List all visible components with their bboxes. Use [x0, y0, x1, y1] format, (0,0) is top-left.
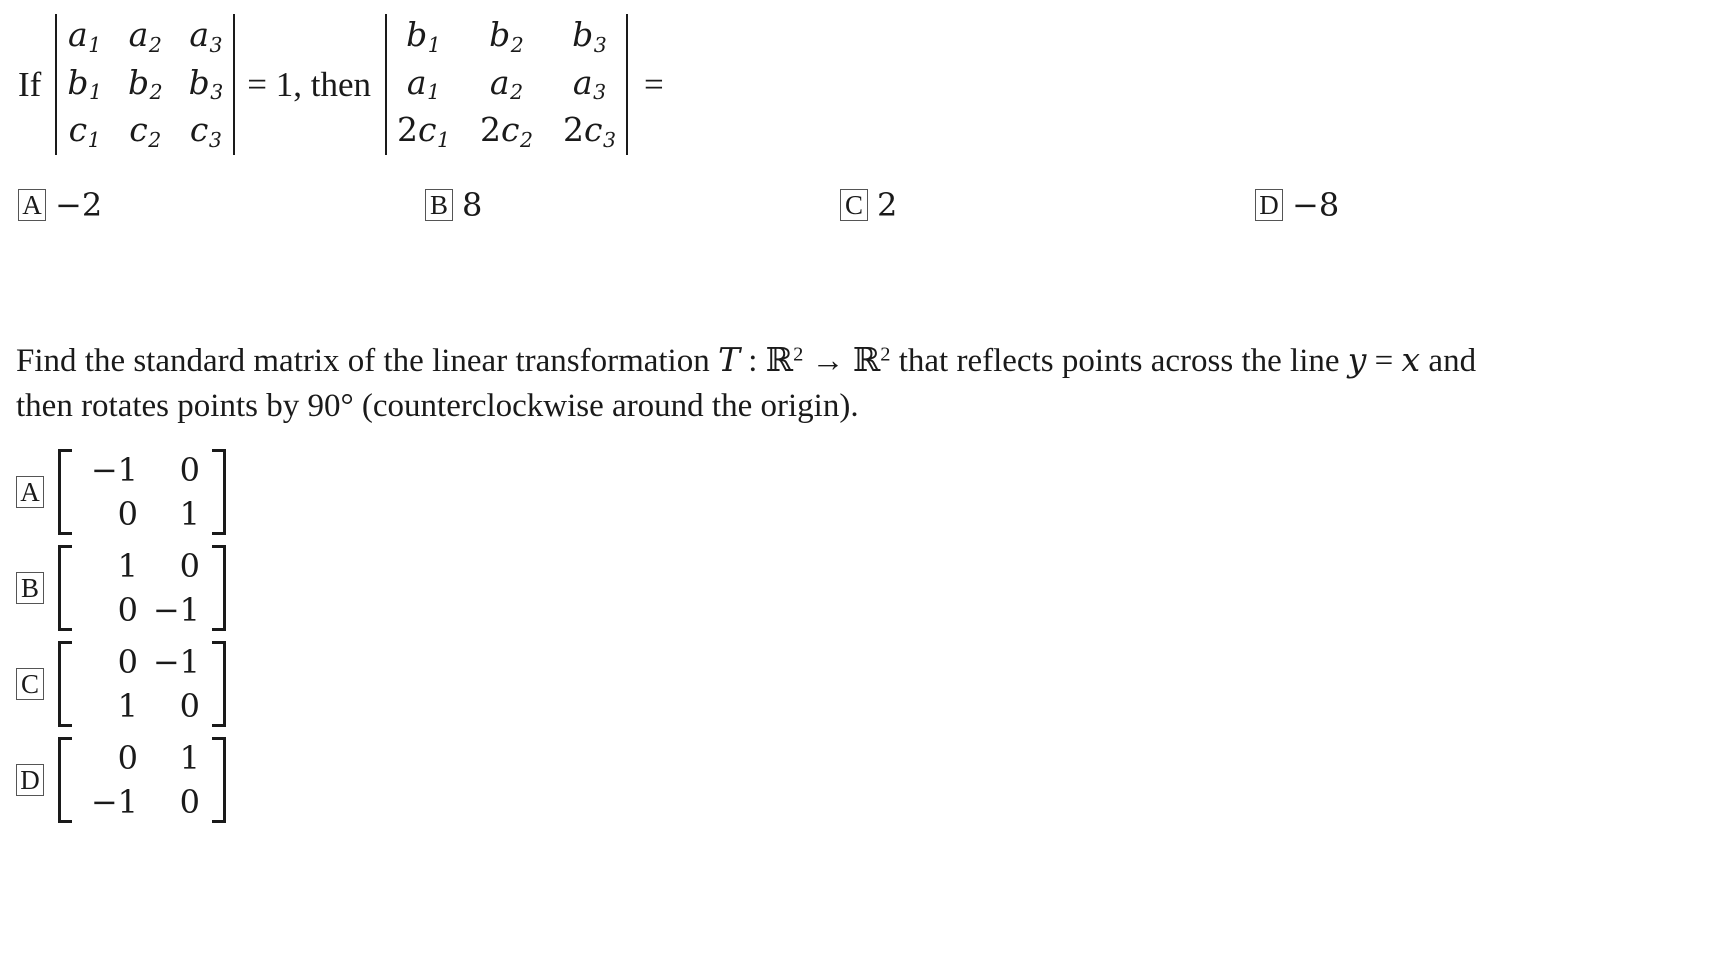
- choice-d[interactable]: D −8: [1255, 186, 1339, 224]
- determinant-right-grid: b1 b2 b3 a1 a2 a3 2c1 2c2 2c3: [387, 14, 626, 155]
- choice-letter-box[interactable]: B: [425, 189, 453, 221]
- question-1-equals-tail: =: [643, 64, 664, 104]
- matrix-cell: b3: [188, 62, 224, 105]
- matrix-cell: −1: [152, 642, 200, 681]
- matrix-cell: 0: [179, 783, 200, 821]
- matrix-cell: b3: [572, 15, 607, 57]
- matrix-cell: −1: [152, 591, 200, 629]
- choice-value: −2: [55, 186, 103, 224]
- question-1-lead-text: If: [18, 64, 42, 104]
- matrix-grid: 0 1 −1 0: [72, 737, 212, 823]
- matrix-cell: 2c1: [396, 110, 450, 152]
- choice-letter-box[interactable]: B: [16, 572, 44, 604]
- matrix-cell: 0: [179, 687, 200, 725]
- matrix-cell: b1: [406, 15, 441, 57]
- determinant-left-grid: a1 a2 a3 b1 b2 b3 c1 c2 c3: [57, 14, 233, 155]
- matrix-cell: c2: [129, 110, 162, 152]
- matrix-grid: 0 −1 1 0: [72, 641, 212, 727]
- q2-text-b: that reflects points across the line: [890, 343, 1348, 379]
- matrix-cell: b1: [67, 62, 102, 105]
- question-2-statement: Find the standard matrix of the linear t…: [16, 338, 1516, 429]
- codomain-symbol: ℝ2: [852, 343, 891, 379]
- transform-symbol: T: [717, 340, 740, 379]
- matrix-cell: 0: [179, 546, 200, 585]
- choice-b[interactable]: B8: [425, 186, 482, 224]
- determinant-left: a1 a2 a3 b1 b2 b3 c1 c2 c3: [55, 14, 236, 155]
- choice-value: −8: [1292, 186, 1340, 224]
- matrix-grid: 1 0 0 −1: [72, 545, 212, 631]
- matrix-cell: 1: [117, 687, 138, 725]
- matrix-cell: a1: [406, 62, 441, 105]
- determinant-right-bar-close: [625, 14, 628, 155]
- choice-value: 2: [877, 186, 898, 224]
- matrix-cell: 1: [179, 738, 200, 777]
- matrix-cell: −1: [90, 450, 138, 489]
- matrix-cell: 0: [117, 495, 138, 533]
- choice-a[interactable]: A −2: [18, 186, 102, 224]
- choice-b[interactable]: B 1 0 0 −1: [16, 540, 416, 636]
- line-equals: =: [1366, 343, 1402, 379]
- choice-a[interactable]: A −1 0 0 1: [16, 444, 416, 540]
- question-2-choices: A −1 0 0 1 B 1 0 0 −1 C 0 −1 1 0 D 0 1 −1 0: [16, 444, 416, 828]
- choice-letter-box[interactable]: A: [16, 476, 44, 508]
- matrix-cell: 0: [117, 642, 138, 681]
- choice-c[interactable]: C2: [840, 186, 897, 224]
- matrix-cell: a2: [489, 62, 524, 105]
- arrow-symbol: →: [803, 343, 853, 379]
- choice-matrix: 1 0 0 −1: [58, 545, 226, 631]
- choice-d[interactable]: D 0 1 −1 0: [16, 732, 416, 828]
- choice-letter-box[interactable]: A: [18, 189, 46, 221]
- matrix-cell: a3: [572, 62, 607, 105]
- matrix-cell: c3: [189, 110, 222, 152]
- matrix-cell: a3: [189, 15, 223, 57]
- matrix-cell: 0: [117, 591, 138, 629]
- matrix-cell: −1: [90, 783, 138, 821]
- q2-text-a: Find the standard matrix of the linear t…: [16, 343, 718, 379]
- choice-letter-box[interactable]: C: [16, 668, 44, 700]
- bracket-left: [58, 545, 72, 631]
- matrix-cell: c1: [68, 110, 101, 152]
- choice-c[interactable]: C 0 −1 1 0: [16, 636, 416, 732]
- bracket-right: [212, 449, 226, 535]
- choice-letter-box[interactable]: C: [840, 189, 868, 221]
- matrix-cell: 1: [117, 546, 138, 585]
- question-1-choices: A −2 B 8 C 2 D −8: [18, 186, 1418, 230]
- matrix-cell: a1: [68, 15, 102, 57]
- determinant-left-bar-close: [233, 14, 236, 155]
- matrix-cell: 2c3: [562, 110, 616, 152]
- domain-symbol: ℝ2: [765, 343, 804, 379]
- q2-colon: :: [740, 343, 766, 379]
- matrix-cell: a2: [128, 15, 162, 57]
- matrix-cell: b2: [489, 15, 524, 57]
- bracket-left: [58, 641, 72, 727]
- determinant-right: b1 b2 b3 a1 a2 a3 2c1 2c2 2c3: [384, 14, 628, 155]
- choice-matrix: 0 1 −1 0: [58, 737, 226, 823]
- choice-matrix: −1 0 0 1: [58, 449, 226, 535]
- choice-letter-box[interactable]: D: [16, 764, 44, 796]
- matrix-cell: b2: [127, 62, 163, 105]
- matrix-cell: 2c2: [479, 110, 533, 152]
- choice-value: 8: [462, 186, 483, 224]
- matrix-cell: 0: [179, 450, 200, 489]
- choice-letter-box[interactable]: D: [1255, 189, 1283, 221]
- worksheet-page: If a1 a2 a3 b1 b2 b3 c1 c2 c3 = 1, then b1 b2 b3 a1…: [0, 0, 1712, 969]
- bracket-left: [58, 449, 72, 535]
- matrix-cell: 0: [117, 738, 138, 777]
- line-variable-x: x: [1401, 340, 1421, 379]
- choice-matrix: 0 −1 1 0: [58, 641, 226, 727]
- bracket-right: [212, 641, 226, 727]
- line-variable-y: y: [1347, 340, 1367, 379]
- bracket-right: [212, 545, 226, 631]
- matrix-grid: −1 0 0 1: [72, 449, 212, 535]
- bracket-right: [212, 737, 226, 823]
- matrix-cell: 1: [179, 495, 200, 533]
- bracket-left: [58, 737, 72, 823]
- question-1-connector: = 1, then: [247, 64, 371, 104]
- question-1-statement: If a1 a2 a3 b1 b2 b3 c1 c2 c3 = 1, then b1 b2 b3 a1…: [18, 14, 664, 155]
